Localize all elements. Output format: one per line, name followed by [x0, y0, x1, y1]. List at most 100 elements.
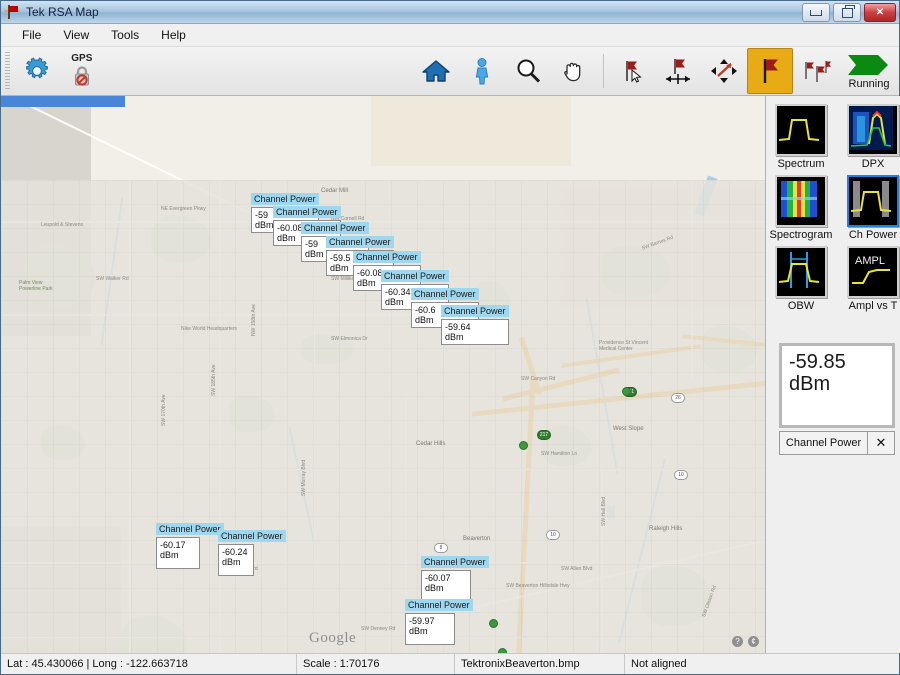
channel-power-marker[interactable]: Channel Power -60.24 dBm	[218, 526, 286, 576]
measurement-dpx[interactable]: DPX	[838, 104, 900, 173]
marker-readout: -59.64 dBm	[441, 319, 509, 345]
marker-unit: dBm	[445, 332, 505, 342]
channel-power-marker[interactable]: Channel Power -60.17 dBm	[156, 519, 224, 569]
close-button[interactable]: ✕	[864, 3, 896, 22]
map-label: SW Walker Rd	[96, 276, 129, 282]
ch-power-icon	[847, 175, 899, 227]
map-label: SW 185th Ave	[211, 364, 217, 396]
question-mark-icon[interactable]: ?	[732, 636, 743, 647]
map-label: SW Allen Blvd	[561, 566, 592, 572]
map-poi-dot	[489, 619, 498, 628]
marker-value: -59.97	[409, 616, 451, 626]
menu-tools[interactable]: Tools	[100, 26, 150, 44]
marker-readout: -60.17 dBm	[156, 537, 200, 569]
run-button[interactable]: Running	[839, 48, 899, 94]
map-label: SW Hamilton Ln	[541, 451, 577, 457]
measurement-ch-power[interactable]: Ch Power	[838, 175, 900, 244]
gps-label: GPS	[71, 54, 92, 64]
settings-button[interactable]	[14, 48, 60, 94]
restore-icon	[842, 8, 853, 18]
menu-view[interactable]: View	[52, 26, 100, 44]
zoom-button[interactable]	[505, 48, 551, 94]
marker-unit: dBm	[425, 583, 467, 593]
readout-name-button[interactable]: Channel Power	[779, 431, 868, 455]
map-poi-label: Providence St Vincent Medical Center	[599, 340, 661, 352]
status-coordinates: Lat : 45.430066 | Long : -122.663718	[1, 654, 297, 674]
application-window: Tek RSA Map ✕ File View Tools Help GPS	[0, 0, 900, 675]
person-icon	[471, 57, 493, 85]
minimize-button[interactable]	[802, 3, 830, 22]
hand-icon	[560, 57, 588, 85]
move-marker-button[interactable]	[701, 48, 747, 94]
measurement-panel: Spectrum DPX	[766, 96, 900, 653]
map-canvas[interactable]: 26 217 217 8 10 141 10 SW Walker Rd SW 1…	[1, 96, 765, 653]
map-poi-label: Leupold & Stevens	[41, 222, 83, 228]
content-area: 26 217 217 8 10 141 10 SW Walker Rd SW 1…	[1, 96, 899, 653]
map-label: Cedar Mill	[321, 188, 348, 194]
marker-value: -59.64	[445, 322, 505, 332]
flag-cursor-icon	[619, 57, 647, 85]
map-poi-dot	[622, 387, 631, 396]
map-poi-dot	[519, 441, 528, 450]
map-area	[371, 96, 571, 166]
run-label: Running	[849, 79, 890, 90]
measurement-spectrum[interactable]: Spectrum	[766, 104, 836, 173]
readout-display: -59.85 dBm	[779, 343, 895, 428]
marker-title: Channel Power	[405, 599, 473, 611]
map-label: West Slope	[613, 426, 644, 432]
window-controls: ✕	[802, 3, 896, 22]
map-label: Beaverton	[463, 536, 490, 542]
magnifier-icon	[514, 57, 542, 85]
measurement-label: Ampl vs T	[849, 300, 898, 312]
menu-file[interactable]: File	[11, 26, 52, 44]
map-poi-label: Nike World Headquarters	[181, 326, 237, 332]
map-attribution: Google	[309, 630, 356, 647]
readout-unit: dBm	[789, 373, 885, 395]
map-view[interactable]: 26 217 217 8 10 141 10 SW Walker Rd SW 1…	[1, 96, 766, 653]
lock-disabled-icon	[70, 64, 94, 88]
toolbar: GPS	[1, 47, 899, 96]
toolbar-grip[interactable]	[5, 52, 10, 90]
measurement-spectrogram[interactable]: Spectrogram	[766, 175, 836, 244]
map-label: Cedar Hills	[416, 441, 445, 447]
green-arrow-icon	[845, 52, 893, 78]
svg-text:AMPL: AMPL	[855, 255, 885, 267]
select-marker-button[interactable]	[610, 48, 656, 94]
spectrum-icon	[775, 104, 827, 156]
measurement-obw[interactable]: OBW	[766, 246, 836, 315]
channel-power-marker[interactable]: Channel Power -59.97 dBm	[405, 595, 473, 645]
marker-title: Channel Power	[421, 556, 489, 568]
marker-readout: -59.97 dBm	[405, 613, 455, 645]
status-filename: TektronixBeaverton.bmp	[455, 654, 625, 674]
map-label: Raleigh Hills	[649, 526, 682, 532]
multi-marker-button[interactable]	[793, 48, 839, 94]
map-label: SW Murray Blvd	[301, 460, 307, 496]
toolbar-separator	[603, 54, 604, 88]
flag-icon	[756, 56, 784, 86]
person-button[interactable]	[459, 48, 505, 94]
measurement-ampl-vs-t[interactable]: AMPL Ampl vs T	[838, 246, 900, 315]
marker-readout: -60.24 dBm	[218, 544, 254, 576]
restore-button[interactable]	[833, 3, 861, 22]
gps-button[interactable]: GPS	[60, 49, 104, 93]
menu-help[interactable]: Help	[150, 26, 197, 44]
map-shield: 26	[671, 393, 685, 403]
add-marker-button[interactable]	[747, 48, 793, 94]
flag-arrows-horizontal-icon	[663, 57, 693, 85]
map-shield: 10	[546, 530, 560, 540]
marker-unit: dBm	[409, 626, 451, 636]
home-button[interactable]	[413, 48, 459, 94]
pan-button[interactable]	[551, 48, 597, 94]
close-icon[interactable]: ✕	[868, 431, 895, 455]
channel-power-marker[interactable]: Channel Power -59.64 dBm	[441, 301, 509, 345]
window-title: Tek RSA Map	[26, 5, 99, 19]
marker-title: Channel Power	[411, 288, 479, 300]
measure-distance-button[interactable]	[656, 48, 702, 94]
map-poi-dot	[498, 648, 507, 653]
terms-icon[interactable]: ¢	[748, 636, 759, 647]
marker-title: Channel Power	[156, 523, 224, 535]
status-alignment: Not aligned	[625, 654, 899, 674]
map-label: NW 158th Ave	[251, 304, 257, 336]
measurement-label: Ch Power	[849, 229, 897, 241]
measurement-label: DPX	[862, 158, 885, 170]
